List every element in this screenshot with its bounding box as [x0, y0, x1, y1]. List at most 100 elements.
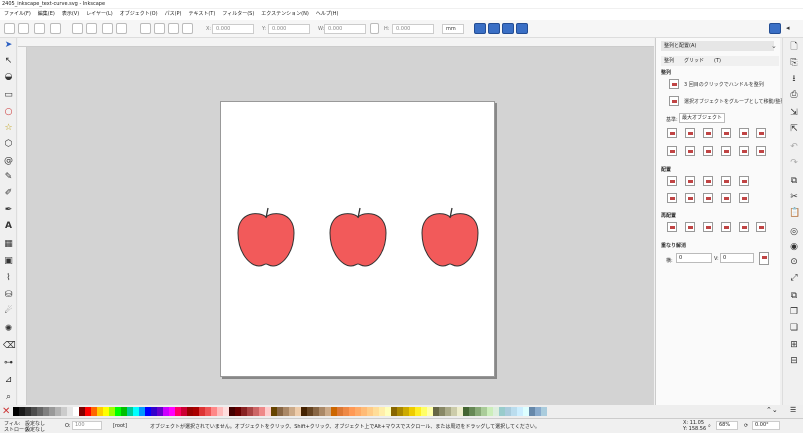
- export-icon[interactable]: ⇱: [789, 124, 799, 134]
- calligraphy-tool-icon[interactable]: ✒: [3, 205, 14, 216]
- snap-toggle-icon[interactable]: [769, 23, 781, 34]
- distribute-baseline-v-icon[interactable]: [739, 193, 749, 203]
- raise-icon[interactable]: [154, 23, 165, 34]
- scale-corners-icon[interactable]: [488, 23, 500, 34]
- clone-icon[interactable]: ❐: [789, 307, 799, 317]
- unit-select[interactable]: mm: [442, 24, 464, 34]
- distribute-gaps-v-icon[interactable]: [721, 193, 731, 203]
- menu-extensions[interactable]: エクステンション(N): [261, 9, 309, 20]
- select-all-layers-icon[interactable]: [18, 23, 29, 34]
- spray-tool-icon[interactable]: ✺: [3, 324, 14, 335]
- no-paint-icon[interactable]: ✕: [2, 405, 10, 418]
- distribute-left-icon[interactable]: [667, 176, 677, 186]
- y-field[interactable]: 0.000: [268, 24, 310, 34]
- zoom-tool-icon[interactable]: ⌕: [3, 392, 14, 403]
- x-field[interactable]: 0.000: [212, 24, 254, 34]
- lower-bottom-icon[interactable]: [182, 23, 193, 34]
- graph-layout-icon[interactable]: [667, 222, 677, 232]
- rectangle-tool-icon[interactable]: ▭: [3, 90, 14, 101]
- menu-file[interactable]: ファイル(F): [4, 9, 31, 20]
- node-tool-icon[interactable]: ↖: [3, 56, 14, 67]
- dock-title-tab[interactable]: 整列と配置(A): [661, 41, 774, 51]
- menu-layer[interactable]: レイヤー(L): [86, 9, 113, 20]
- distribute-bottom-icon[interactable]: [703, 193, 713, 203]
- exchange-selection-icon[interactable]: [685, 222, 695, 232]
- star-tool-icon[interactable]: ☆: [3, 123, 14, 134]
- color-swatch[interactable]: [541, 407, 547, 416]
- new-document-icon[interactable]: 🗋: [789, 42, 799, 52]
- menu-view[interactable]: 表示(V): [62, 9, 79, 20]
- duplicate-icon[interactable]: ⧉: [789, 291, 799, 301]
- group-align-toggle-icon[interactable]: [669, 96, 679, 106]
- pen-tool-icon[interactable]: ✎: [3, 172, 14, 183]
- zoom-field[interactable]: 68%: [716, 421, 738, 430]
- align-text-v-icon[interactable]: [756, 146, 766, 156]
- snap-dropdown-icon[interactable]: ◂: [786, 23, 796, 34]
- select-all-icon[interactable]: [4, 23, 15, 34]
- distribute-center-v-icon[interactable]: [685, 193, 695, 203]
- spiral-tool-icon[interactable]: @: [3, 156, 14, 167]
- zoom-width-icon[interactable]: ⤢: [789, 273, 799, 283]
- transform-patterns-icon[interactable]: [516, 23, 528, 34]
- rotate-cw-icon[interactable]: [86, 23, 97, 34]
- apple-1[interactable]: [237, 207, 295, 267]
- palette-menu-icon[interactable]: ☰: [790, 406, 796, 414]
- pencil-tool-icon[interactable]: ✐: [3, 188, 14, 199]
- import-icon[interactable]: ⇲: [789, 108, 799, 118]
- tab-align[interactable]: 整列: [664, 56, 674, 66]
- align-top-edge-icon[interactable]: [739, 146, 749, 156]
- distribute-top-icon[interactable]: [667, 193, 677, 203]
- group-icon[interactable]: ⊞: [789, 340, 799, 350]
- ungroup-icon[interactable]: ⊟: [789, 356, 799, 366]
- menu-path[interactable]: パス(P): [165, 9, 182, 20]
- apple-2[interactable]: [329, 207, 387, 267]
- touch-select-icon[interactable]: [50, 23, 61, 34]
- v-gap-field[interactable]: 0: [720, 253, 754, 263]
- scale-stroke-icon[interactable]: [474, 23, 486, 34]
- shape-builder-icon[interactable]: ◒: [3, 72, 14, 83]
- align-right-edge-icon[interactable]: [739, 128, 749, 138]
- deselect-icon[interactable]: [34, 23, 45, 34]
- opacity-field[interactable]: 100: [72, 421, 102, 430]
- zoom-drawing-icon[interactable]: ◉: [789, 242, 799, 252]
- measure-tool-icon[interactable]: ⊿: [3, 375, 14, 386]
- exchange-clockwise-icon[interactable]: [721, 222, 731, 232]
- align-text-baseline-icon[interactable]: [756, 128, 766, 138]
- open-document-icon[interactable]: ⎘: [789, 58, 799, 68]
- cut-icon[interactable]: ✂: [789, 192, 799, 202]
- dropper-tool-icon[interactable]: ⌇: [3, 273, 14, 284]
- zoom-selection-icon[interactable]: ◎: [789, 227, 799, 237]
- h-field[interactable]: 0.000: [392, 24, 434, 34]
- distribute-right-icon[interactable]: [703, 176, 713, 186]
- 3d-box-tool-icon[interactable]: ⬡: [3, 139, 14, 150]
- distribute-center-h-icon[interactable]: [685, 176, 695, 186]
- align-bottom-edge-icon[interactable]: [667, 146, 677, 156]
- tweak-tool-icon[interactable]: ☄: [3, 306, 14, 317]
- gradient-tool-icon[interactable]: ▦: [3, 239, 14, 250]
- lock-icon[interactable]: [370, 23, 379, 34]
- align-top-icon[interactable]: [685, 146, 695, 156]
- tab-text[interactable]: (T): [714, 56, 721, 66]
- align-center-h-icon[interactable]: [703, 128, 713, 138]
- align-left-edge-icon[interactable]: [667, 128, 677, 138]
- h-gap-field[interactable]: 0: [676, 253, 712, 263]
- paste-icon[interactable]: 📋: [789, 208, 800, 218]
- redo-icon[interactable]: ↷: [789, 158, 799, 168]
- menu-help[interactable]: ヘルプ(H): [316, 9, 339, 20]
- menu-filters[interactable]: フィルター(S): [222, 9, 254, 20]
- paint-bucket-icon[interactable]: ⛁: [3, 290, 14, 301]
- print-icon[interactable]: ⎙: [789, 90, 799, 100]
- align-center-v-icon[interactable]: [703, 146, 713, 156]
- transform-gradients-icon[interactable]: [502, 23, 514, 34]
- copy-icon[interactable]: ⧉: [789, 176, 799, 186]
- rotation-field[interactable]: 0.00°: [752, 421, 780, 430]
- unclump-icon[interactable]: [756, 222, 766, 232]
- eraser-tool-icon[interactable]: ⌫: [3, 341, 16, 352]
- flip-horizontal-icon[interactable]: [102, 23, 113, 34]
- rotate-ccw-icon[interactable]: [72, 23, 83, 34]
- palette-scroll-icon[interactable]: ⌃⌄: [766, 406, 778, 414]
- align-bottom-icon[interactable]: [721, 146, 731, 156]
- zoom-page-icon[interactable]: ⊙: [789, 257, 799, 267]
- handle-align-toggle-icon[interactable]: [669, 79, 679, 89]
- align-right-icon[interactable]: [721, 128, 731, 138]
